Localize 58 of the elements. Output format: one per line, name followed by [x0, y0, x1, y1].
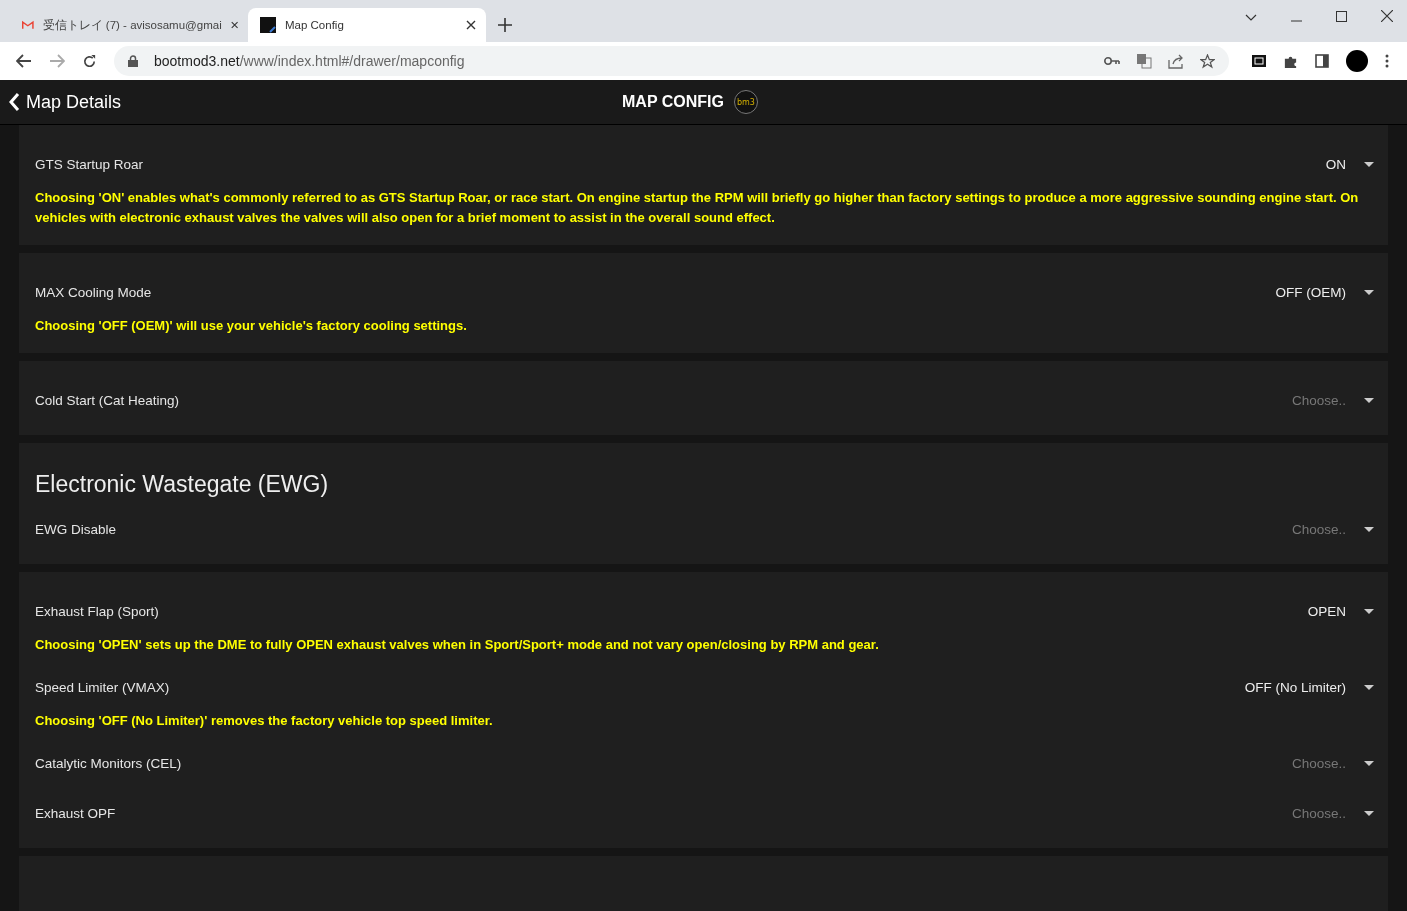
caret-icon	[1364, 161, 1374, 167]
dropdown[interactable]: Choose..	[1291, 805, 1374, 821]
close-icon[interactable]	[1381, 10, 1393, 22]
caret-icon	[1364, 810, 1374, 816]
caret-icon	[1364, 289, 1374, 295]
address-field[interactable]: bootmod3.net/www/index.html#/drawer/mapconfig	[114, 46, 1229, 76]
caret-icon	[1364, 608, 1374, 614]
dropdown[interactable]: Choose..	[1291, 521, 1374, 537]
logo-badge: bm3	[733, 90, 758, 114]
profile-avatar[interactable]	[1346, 50, 1368, 72]
back-button[interactable]: Map Details	[0, 91, 130, 113]
share-icon[interactable]	[1168, 53, 1184, 69]
setting-label: Speed Limiter (VMAX)	[35, 679, 170, 695]
reload-icon[interactable]	[82, 53, 97, 69]
setting-description: Choosing 'OPEN' sets up the DME to fully OPEN exhaust valves when in Sport/Sport+ mode and not vary open/closing by RPM and gear.	[35, 636, 880, 654]
site-favicon-icon	[260, 17, 276, 33]
dropdown[interactable]: OFF (OEM)	[1275, 284, 1374, 300]
back-arrow-icon[interactable]	[16, 54, 32, 68]
extension-icon[interactable]	[1252, 55, 1266, 67]
close-icon[interactable]	[230, 20, 238, 30]
dropdown[interactable]: Choose..	[1291, 392, 1374, 408]
setting-label: Cold Start (Cat Heating)	[35, 392, 180, 408]
setting-label: GTS Startup Roar	[35, 156, 144, 172]
tab-title: Map Config	[285, 19, 345, 31]
browser-tab[interactable]: Map Config	[248, 8, 486, 42]
caret-icon	[1364, 526, 1374, 532]
section-heading: Electronic Wastegate (EWG)	[35, 471, 330, 498]
setting-description: Choosing 'OFF (No Limiter)' removes the factory vehicle top speed limiter.	[35, 712, 494, 730]
setting-label: Catalytic Monitors (CEL)	[35, 755, 182, 771]
setting-description: Choosing 'OFF (OEM)' will use your vehicle's factory cooling settings.	[35, 317, 468, 335]
caret-icon	[1364, 684, 1374, 690]
mail-icon	[22, 19, 34, 31]
url-text: bootmod3.net/www/index.html#/drawer/mapconfig	[154, 53, 465, 69]
more-icon[interactable]	[1385, 54, 1389, 68]
side-panel-icon[interactable]	[1315, 54, 1329, 68]
dropdown[interactable]: Choose..	[1291, 755, 1374, 771]
translate-icon[interactable]	[1136, 53, 1152, 69]
browser-tab[interactable]: 受信トレイ (7) - avisosamu@gmai	[10, 8, 248, 42]
setting-description: Choosing 'ON' enables what's commonly referred to as GTS Startup Roar, or race start. On engine startup the RPM will briefly go higher than factory settings to produce a more aggressive sounding engine start. On vehicles with electronic exhaust valves the valves will also open for a brief moment to assist in the overall sound effect.	[35, 189, 1360, 227]
maximize-icon[interactable]	[1336, 11, 1347, 22]
setting-label: MAX Cooling Mode	[35, 284, 152, 300]
tab-title: 受信トレイ (7) - avisosamu@gmai	[42, 17, 222, 33]
setting-label: Exhaust OPF	[35, 805, 116, 821]
new-tab-icon[interactable]	[498, 18, 512, 32]
chevron-left-icon	[8, 92, 20, 112]
chevron-down-icon[interactable]	[1245, 14, 1257, 22]
dropdown[interactable]: ON	[1325, 156, 1374, 172]
setting-label: EWG Disable	[35, 521, 117, 537]
page-title: MAP CONFIG	[622, 93, 724, 111]
caret-icon	[1364, 760, 1374, 766]
dropdown[interactable]: OPEN	[1307, 603, 1374, 619]
caret-icon	[1364, 397, 1374, 403]
close-icon[interactable]	[466, 20, 476, 30]
key-icon[interactable]	[1104, 57, 1120, 65]
lock-icon	[128, 55, 138, 67]
setting-label: Exhaust Flap (Sport)	[35, 603, 159, 619]
dropdown[interactable]: OFF (No Limiter)	[1244, 679, 1374, 695]
star-icon[interactable]	[1200, 53, 1215, 69]
